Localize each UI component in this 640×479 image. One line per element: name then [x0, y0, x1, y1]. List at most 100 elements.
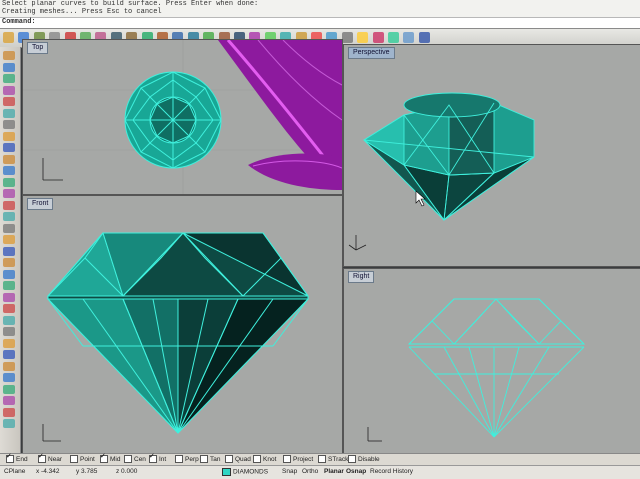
z-coordinate: z 0.000	[116, 468, 138, 475]
surface-icon[interactable]	[3, 177, 15, 187]
ellipse-icon[interactable]	[3, 131, 15, 141]
osnap-point-checkbox[interactable]: Point	[70, 455, 95, 465]
rectangle-icon[interactable]	[3, 143, 15, 152]
checkbox-icon	[149, 452, 157, 464]
mirror-icon[interactable]	[3, 327, 15, 336]
polyline-icon[interactable]	[3, 85, 15, 95]
scale-icon[interactable]	[3, 315, 15, 325]
command-prompt: Command:	[2, 18, 36, 26]
front-view-drawing	[42, 232, 310, 442]
axis-icon	[348, 235, 367, 251]
text-icon[interactable]	[3, 246, 15, 256]
axis-icon	[367, 427, 382, 442]
osnap-int-checkbox[interactable]: Int	[149, 452, 166, 465]
osnap-strack-checkbox[interactable]: STrack	[318, 455, 348, 465]
command-history-line: Select planar curves to build surface. P…	[2, 0, 259, 8]
checkbox-icon	[70, 455, 78, 464]
osnap-label: Disable	[358, 456, 380, 463]
mesh-icon[interactable]	[3, 223, 15, 233]
polygon-icon[interactable]	[3, 154, 15, 164]
analyze-icon[interactable]	[3, 407, 15, 417]
status-bar: CPlane x -4.342 y 3.785 z 0.000 DIAMONDS…	[0, 465, 640, 479]
osnap-disable-checkbox[interactable]: Disable	[348, 455, 380, 465]
osnap-toggle[interactable]: Osnap	[346, 468, 366, 475]
environment-icon[interactable]	[403, 32, 415, 43]
osnap-label: Knot	[263, 456, 277, 463]
magenta-leaf-shape	[248, 153, 342, 190]
checkbox-icon	[283, 455, 291, 464]
top-view-drawing	[23, 40, 342, 194]
osnap-label: STrack	[328, 456, 349, 463]
planar-toggle[interactable]: Planar	[324, 468, 344, 475]
freeform-icon[interactable]	[3, 166, 15, 175]
checkbox-icon	[253, 455, 261, 464]
point-icon[interactable]	[3, 62, 15, 72]
viewport-perspective[interactable]: Perspective	[343, 44, 640, 267]
boolean-icon[interactable]	[3, 258, 15, 267]
osnap-label: Perp	[185, 456, 199, 463]
solid-icon[interactable]	[3, 200, 15, 210]
trim-icon[interactable]	[3, 350, 15, 359]
osnap-end-checkbox[interactable]: End	[6, 452, 28, 465]
explode-icon[interactable]	[3, 384, 15, 394]
move-icon[interactable]	[3, 281, 15, 290]
checkbox-icon	[100, 452, 108, 464]
osnap-project-checkbox[interactable]: Project	[283, 455, 313, 465]
copy-icon[interactable]	[3, 292, 15, 302]
viewport-top[interactable]: Top	[22, 39, 343, 195]
command-area: Select planar curves to build surface. P…	[0, 0, 640, 29]
dimension-icon[interactable]	[3, 235, 15, 244]
osnap-label: Near	[48, 456, 63, 463]
layer-name: DIAMONDS	[233, 468, 269, 476]
osnap-mid-checkbox[interactable]: Mid	[100, 452, 121, 465]
arc-icon[interactable]	[3, 120, 15, 129]
osnap-knot-checkbox[interactable]: Knot	[253, 455, 276, 465]
checkbox-icon	[175, 455, 183, 464]
left-tool-palette	[0, 47, 21, 453]
osnap-near-checkbox[interactable]: Near	[38, 452, 63, 465]
render-icon[interactable]	[3, 419, 15, 428]
viewport-front[interactable]: Front	[22, 195, 343, 455]
select-icon[interactable]	[3, 51, 15, 60]
extrude-icon[interactable]	[3, 189, 15, 198]
layer-indicator[interactable]: DIAMONDS	[222, 468, 268, 476]
diamond-perspective-view	[363, 92, 535, 222]
checkbox-icon	[348, 455, 356, 464]
osnap-label: Mid	[110, 456, 121, 463]
command-input[interactable]: Command:	[0, 17, 640, 28]
viewport-right[interactable]: Right	[343, 268, 640, 455]
material-icon[interactable]	[388, 32, 399, 43]
osnap-label: Quad	[235, 456, 251, 463]
new-file-icon[interactable]	[3, 32, 14, 43]
array-icon[interactable]	[3, 338, 15, 348]
record-history-toggle[interactable]: Record History	[370, 468, 413, 475]
split-icon[interactable]	[3, 361, 15, 371]
group-icon[interactable]	[3, 396, 15, 405]
curve-icon[interactable]	[3, 97, 15, 106]
fillet-icon[interactable]	[3, 269, 15, 279]
checkbox-icon	[318, 455, 326, 464]
light-icon[interactable]	[357, 32, 369, 43]
checkbox-icon	[200, 455, 208, 464]
sphere-icon[interactable]	[3, 212, 15, 221]
help-icon[interactable]	[418, 32, 430, 43]
circle-icon[interactable]	[3, 108, 15, 118]
osnap-label: Point	[80, 456, 95, 463]
perspective-view-drawing	[348, 92, 535, 251]
osnap-perp-checkbox[interactable]: Perp	[175, 455, 199, 465]
layer-color-swatch	[222, 468, 231, 476]
join-icon[interactable]	[3, 373, 15, 382]
snap-toggle[interactable]: Snap	[282, 468, 297, 475]
osnap-quad-checkbox[interactable]: Quad	[225, 455, 251, 465]
ortho-toggle[interactable]: Ortho	[302, 468, 318, 475]
osnap-tan-checkbox[interactable]: Tan	[200, 455, 220, 465]
diamond-right-view	[407, 298, 586, 438]
osnap-cen-checkbox[interactable]: Cen	[124, 455, 146, 465]
line-icon[interactable]	[3, 74, 15, 83]
cplane-label: CPlane	[4, 468, 26, 475]
lock-icon[interactable]	[341, 32, 353, 43]
x-coordinate: x -4.342	[36, 468, 60, 475]
render-icon[interactable]	[372, 32, 384, 43]
rotate-icon[interactable]	[3, 304, 15, 313]
command-history-line: Creating meshes... Press Esc to cancel	[2, 8, 162, 16]
